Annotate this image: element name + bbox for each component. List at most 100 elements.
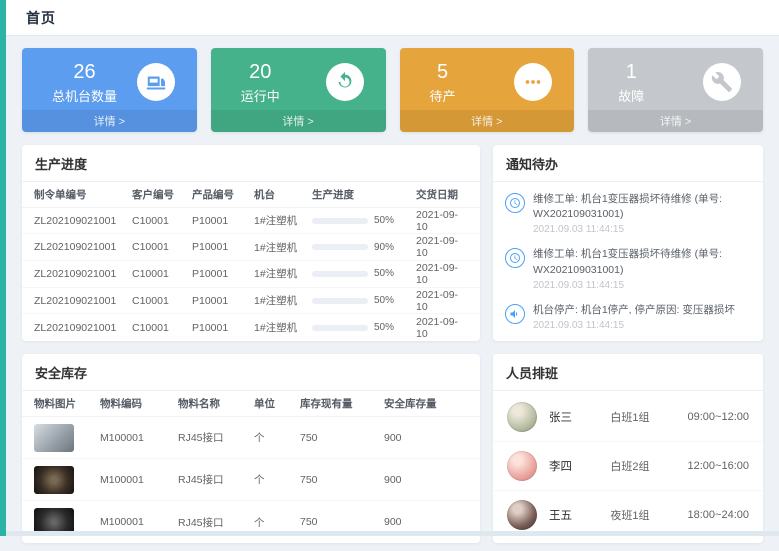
progress-label: 50% <box>374 295 394 306</box>
col-header: 交货日期 <box>416 187 468 202</box>
left-edge-accent <box>0 0 6 536</box>
ellipsis-icon <box>514 63 552 101</box>
safety-qty: 900 <box>384 474 468 486</box>
staff-list: 张三 白班1组 09:00~12:00 李四 白班2组 12:00~16:00 … <box>493 391 763 541</box>
wrench-icon <box>703 63 741 101</box>
order-no: ZL202109021001 <box>34 215 132 227</box>
progress-label: 50% <box>374 268 394 279</box>
panel-grid: 生产进度 制令单编号 客户编号 产品编号 机台 生产进度 交货日期 ZL2021… <box>22 145 763 543</box>
table-row[interactable]: ZL202109021001 C10001 P10001 1#注塑机 50% 2… <box>22 208 480 235</box>
product-no: P10001 <box>192 268 254 280</box>
notification-item[interactable]: 计划报停: 机台1生产计划已报停 2021.09.03 11:44:15 <box>493 337 763 341</box>
stat-detail-link[interactable]: 详情 > <box>400 110 575 132</box>
staff-name: 王五 <box>549 507 598 523</box>
table-row[interactable]: ZL202109021001 C10001 P10001 1#注塑机 90% 2… <box>22 234 480 261</box>
table-header: 制令单编号 客户编号 产品编号 机台 生产进度 交货日期 <box>22 182 480 208</box>
panel-title: 生产进度 <box>22 145 480 182</box>
table-row[interactable]: M100001 RJ45接口 个 750 900 <box>22 417 480 459</box>
col-header: 机台 <box>254 187 312 202</box>
material-image <box>34 466 74 494</box>
production-progress-panel: 生产进度 制令单编号 客户编号 产品编号 机台 生产进度 交货日期 ZL2021… <box>22 145 480 341</box>
staff-shift: 夜班1组 <box>610 507 675 523</box>
progress-bar <box>312 271 368 277</box>
table-row[interactable]: M100001 RJ45接口 个 750 900 <box>22 459 480 501</box>
notification-list: 维修工单: 机台1变压器损坏待维修 (单号: WX202109031001) 2… <box>493 182 763 341</box>
notification-text: 维修工单: 机台1变压器损坏待维修 (单号: WX202109031001) <box>533 192 751 222</box>
customer-no: C10001 <box>132 268 192 280</box>
notification-item[interactable]: 维修工单: 机台1变压器损坏待维修 (单号: WX202109031001) 2… <box>493 241 763 296</box>
col-header: 安全库存量 <box>384 396 468 411</box>
material-image-cell <box>34 466 100 494</box>
order-no: ZL202109021001 <box>34 268 132 280</box>
table-row[interactable]: M100001 RJ45接口 个 750 900 <box>22 501 480 543</box>
stat-card-total-machines[interactable]: 26 总机台数量 详情 > <box>22 48 197 132</box>
machine-icon <box>137 63 175 101</box>
notification-item[interactable]: 维修工单: 机台1变压器损坏待维修 (单号: WX202109031001) 2… <box>493 186 763 241</box>
notification-item[interactable]: 机台停产: 机台1停产, 停产原因: 变压器损坏 2021.09.03 11:4… <box>493 297 763 337</box>
material-unit: 个 <box>254 472 300 487</box>
staff-time: 18:00~24:00 <box>688 509 749 521</box>
progress-cell: 50% <box>312 268 416 279</box>
notification-text: 维修工单: 机台1变压器损坏待维修 (单号: WX202109031001) <box>533 247 751 277</box>
avatar <box>507 402 537 432</box>
notifications-panel: 通知待办 维修工单: 机台1变压器损坏待维修 (单号: WX2021090310… <box>493 145 763 341</box>
stat-info: 5 待产 <box>430 60 456 105</box>
stat-label: 待产 <box>430 86 456 105</box>
col-header: 客户编号 <box>132 187 192 202</box>
notification-body: 机台停产: 机台1停产, 停产原因: 变压器损坏 2021.09.03 11:4… <box>533 303 735 331</box>
stat-value: 26 <box>52 60 117 84</box>
running-refresh-icon <box>326 63 364 101</box>
material-name: RJ45接口 <box>178 515 254 530</box>
progress-bar <box>312 298 368 304</box>
material-code: M100001 <box>100 516 178 528</box>
safety-qty: 900 <box>384 432 468 444</box>
stat-value: 20 <box>241 60 280 84</box>
stat-info: 26 总机台数量 <box>52 60 117 105</box>
panel-title: 人员排班 <box>493 354 763 391</box>
order-no: ZL202109021001 <box>34 241 132 253</box>
stat-detail-link[interactable]: 详情 > <box>22 110 197 132</box>
progress-label: 90% <box>374 242 394 253</box>
notification-text: 机台停产: 机台1停产, 停产原因: 变压器损坏 <box>533 303 735 318</box>
staff-shift: 白班2组 <box>610 458 675 474</box>
staff-shift: 白班1组 <box>610 409 675 425</box>
progress-cell: 50% <box>312 322 416 333</box>
col-header: 制令单编号 <box>34 187 132 202</box>
machine: 1#注塑机 <box>254 320 312 335</box>
machine: 1#注塑机 <box>254 266 312 281</box>
progress-label: 50% <box>374 322 394 333</box>
dashboard-content: 26 总机台数量 详情 > 20 运行中 <box>6 36 779 551</box>
notification-body: 维修工单: 机台1变压器损坏待维修 (单号: WX202109031001) 2… <box>533 192 751 235</box>
material-code: M100001 <box>100 474 178 486</box>
delivery-date: 2021-09-10 <box>416 316 468 340</box>
staff-time: 12:00~16:00 <box>688 460 749 472</box>
current-qty: 750 <box>300 516 384 528</box>
clock-icon <box>505 248 525 268</box>
col-header: 生产进度 <box>312 187 416 202</box>
staff-row[interactable]: 张三 白班1组 09:00~12:00 <box>493 393 763 442</box>
notification-body: 维修工单: 机台1变压器损坏待维修 (单号: WX202109031001) 2… <box>533 247 751 290</box>
stat-info: 1 故障 <box>618 60 644 105</box>
safety-stock-panel: 安全库存 物料图片 物料编码 物料名称 单位 库存现有量 安全库存量 M1000… <box>22 354 480 543</box>
stat-card-fault[interactable]: 1 故障 详情 > <box>588 48 763 132</box>
stat-card-pending[interactable]: 5 待产 详情 > <box>400 48 575 132</box>
product-no: P10001 <box>192 215 254 227</box>
material-image <box>34 424 74 452</box>
staff-row[interactable]: 李四 白班2组 12:00~16:00 <box>493 442 763 491</box>
stat-detail-link[interactable]: 详情 > <box>211 110 386 132</box>
table-row[interactable]: ZL202109021001 C10001 P10001 1#注塑机 50% 2… <box>22 314 480 341</box>
table-row[interactable]: ZL202109021001 C10001 P10001 1#注塑机 50% 2… <box>22 288 480 315</box>
notification-time: 2021.09.03 11:44:15 <box>533 224 751 235</box>
customer-no: C10001 <box>132 241 192 253</box>
material-name: RJ45接口 <box>178 472 254 487</box>
col-header: 单位 <box>254 396 300 411</box>
page-header: 首页 <box>6 0 779 36</box>
speaker-icon <box>505 304 525 324</box>
table-row[interactable]: ZL202109021001 C10001 P10001 1#注塑机 50% 2… <box>22 261 480 288</box>
table-header: 物料图片 物料编码 物料名称 单位 库存现有量 安全库存量 <box>22 391 480 417</box>
stat-card-running[interactable]: 20 运行中 详情 > <box>211 48 386 132</box>
machine: 1#注塑机 <box>254 293 312 308</box>
panel-title: 安全库存 <box>22 354 480 391</box>
stat-detail-link[interactable]: 详情 > <box>588 110 763 132</box>
stat-value: 5 <box>430 60 456 84</box>
